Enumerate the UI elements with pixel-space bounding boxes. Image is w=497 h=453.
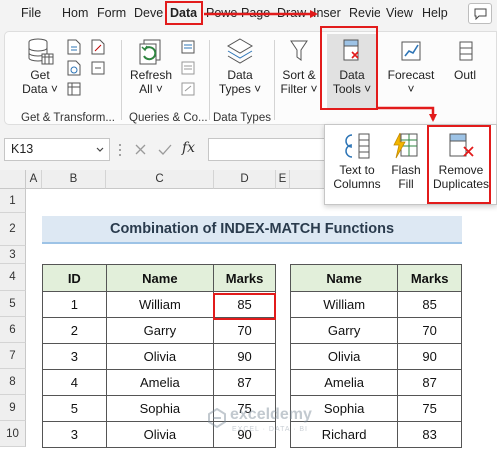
arrow-to-remove-duplicates xyxy=(378,106,437,122)
annotation-arrows xyxy=(204,10,437,122)
